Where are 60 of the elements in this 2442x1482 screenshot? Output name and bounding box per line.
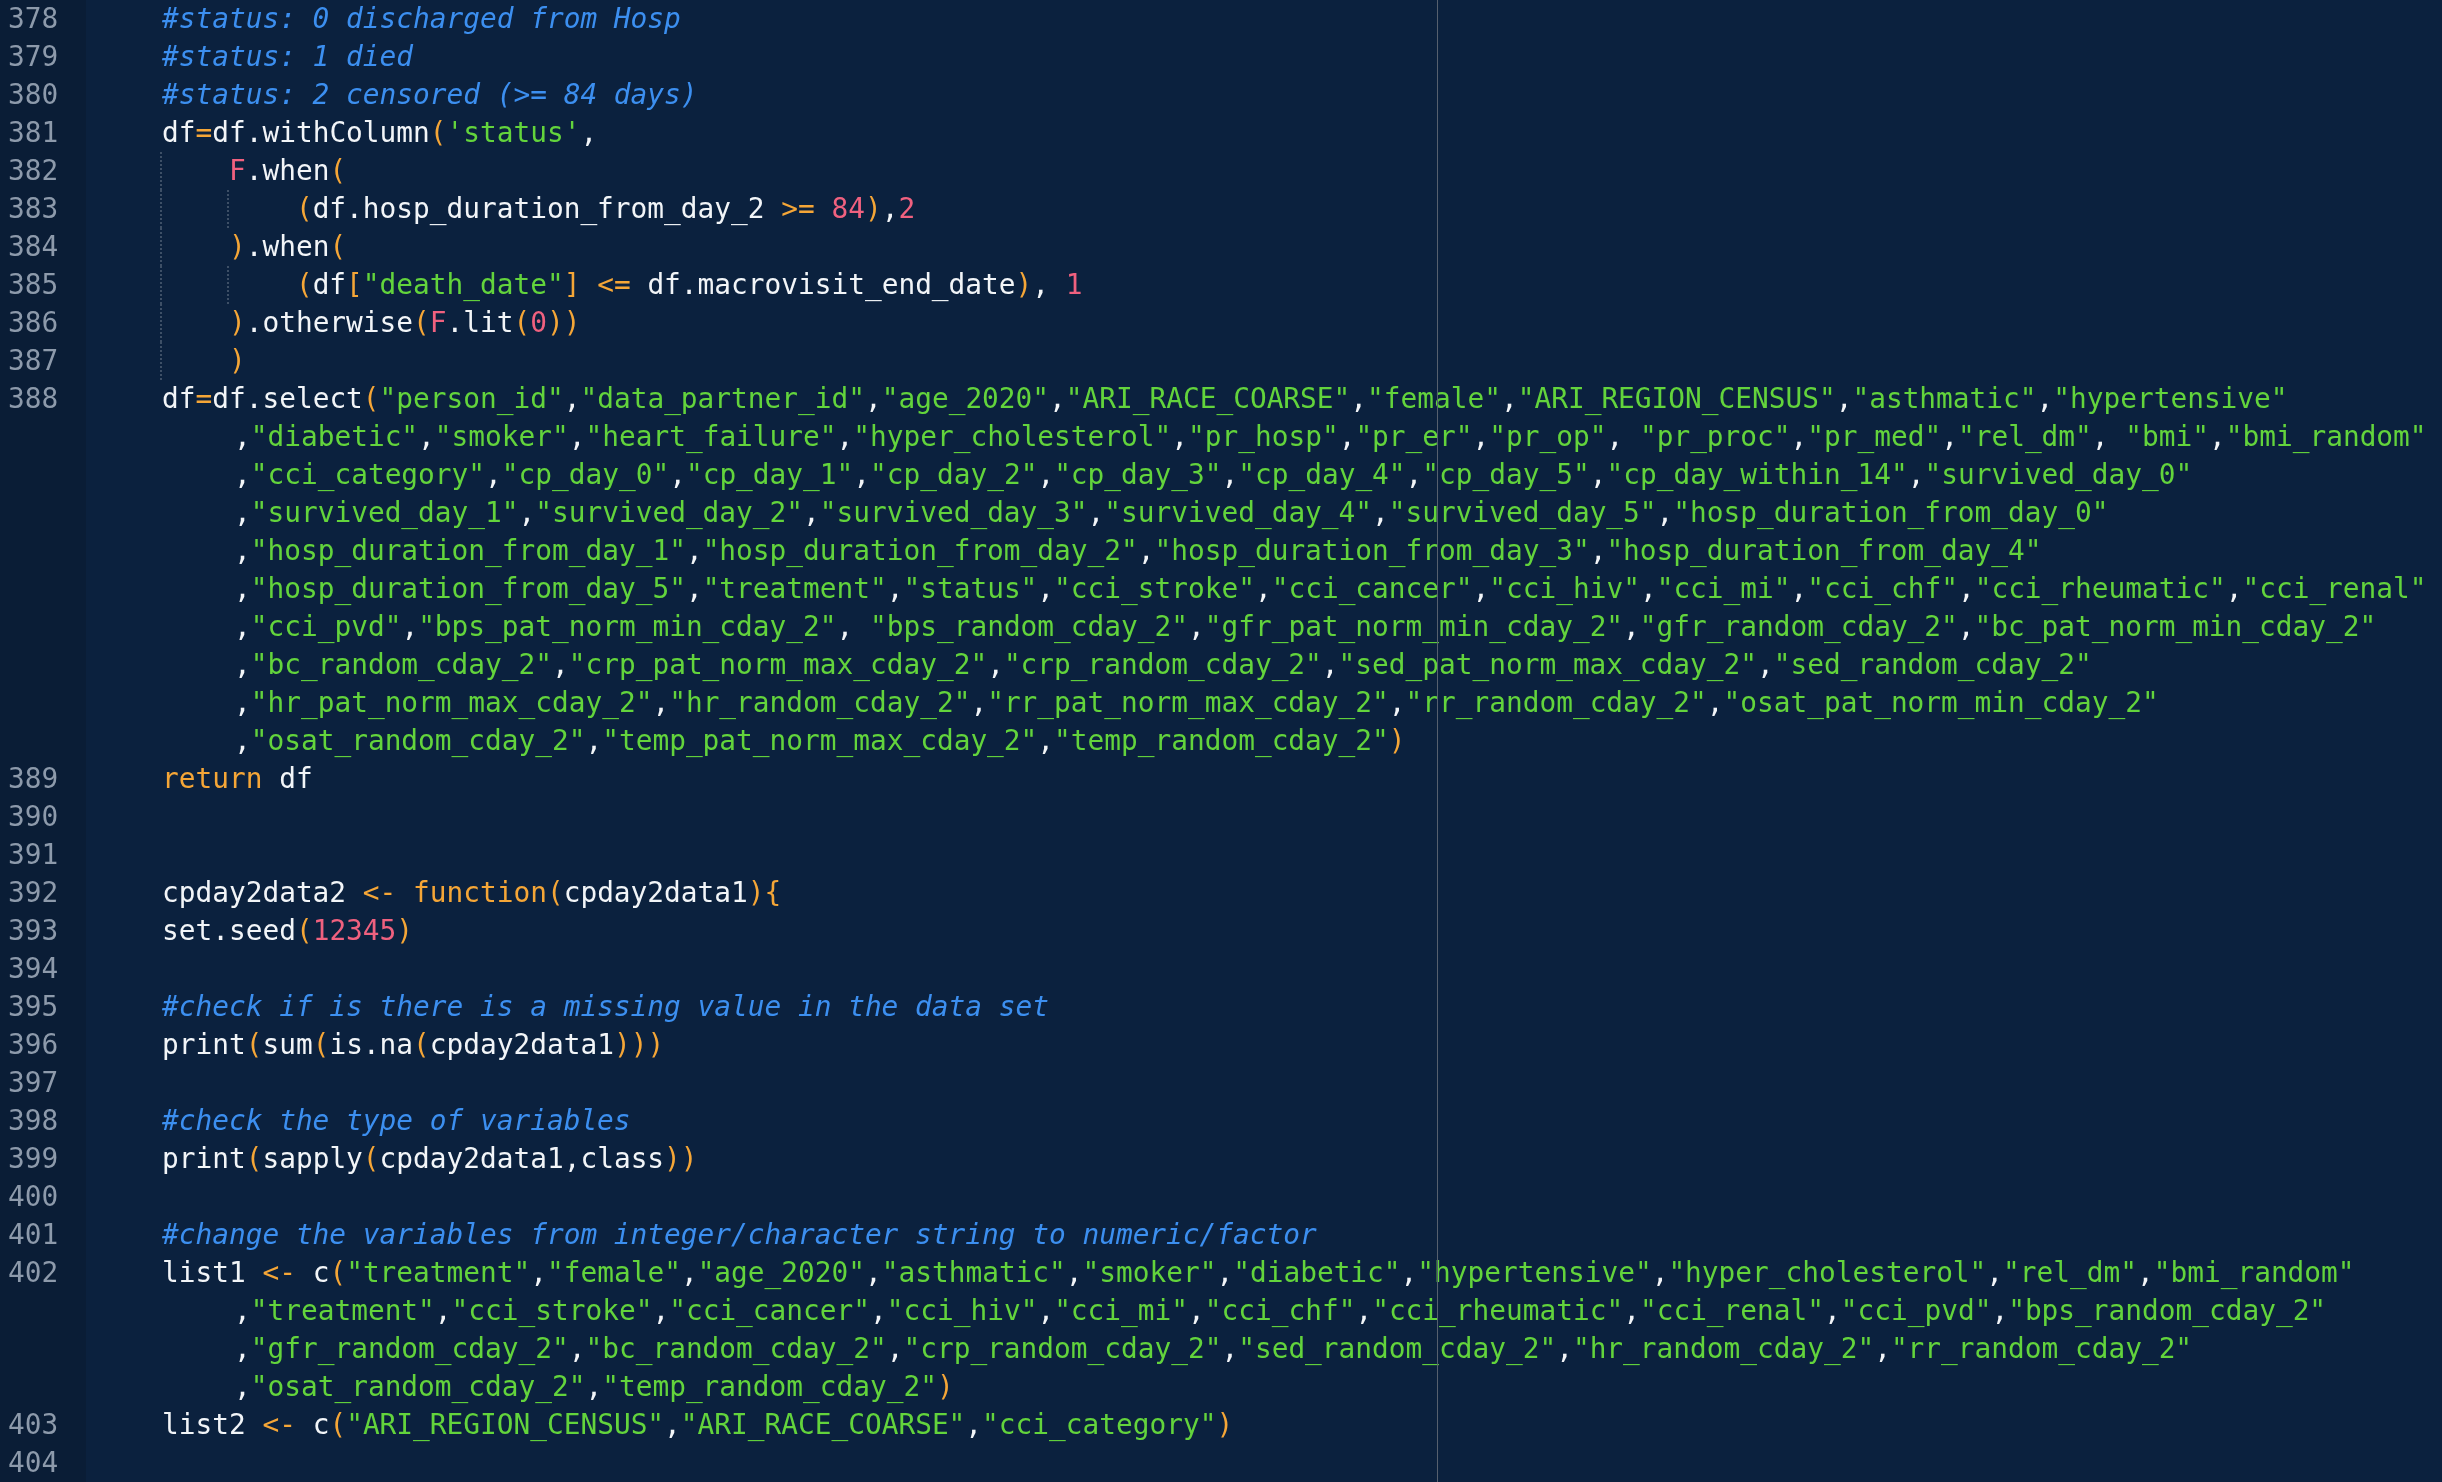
code-line: #change the variables from integer/character string to numeric/factor <box>162 1218 1317 1251</box>
line-number: 390 <box>8 800 59 833</box>
code-line: df=df.select("person_id","data_partner_id","age_2020","ARI_RACE_COARSE","female","ARI_REGION_CENSUS","asthmatic","hypertensive" <box>162 382 2288 415</box>
line-number: 400 <box>8 1180 59 1213</box>
line-number: 397 <box>8 1066 59 1099</box>
code-line: ,"hosp_duration_from_day_1","hosp_duration_from_day_2","hosp_duration_from_day_3","hosp_duration_from_day_4" <box>234 534 2042 567</box>
line-number: 384 <box>8 230 59 263</box>
line-number: 387 <box>8 344 59 377</box>
code-line: ,"osat_random_cday_2","temp_pat_norm_max_cday_2","temp_random_cday_2") <box>234 724 1406 757</box>
code-line: list2 <- c("ARI_REGION_CENSUS","ARI_RACE_COARSE","cci_category") <box>162 1408 1234 1441</box>
code-line: ,"diabetic","smoker","heart_failure","hyper_cholesterol","pr_hosp","pr_er","pr_op", "pr_proc","pr_med","rel_dm", "bmi","bmi_random" <box>234 420 2427 453</box>
code-line: return df <box>162 762 313 795</box>
line-number: 385 <box>8 268 59 301</box>
line-number: 382 <box>8 154 59 187</box>
code-line: ).when( <box>162 230 347 263</box>
line-number: 398 <box>8 1104 59 1137</box>
code-line: df=df.withColumn('status', <box>162 116 598 149</box>
line-number: 381 <box>8 116 59 149</box>
line-number: 404 <box>8 1446 59 1479</box>
line-number: 389 <box>8 762 59 795</box>
code-line: ,"cci_category","cp_day_0","cp_day_1","cp_day_2","cp_day_3","cp_day_4","cp_day_5","cp_day_within_14","survived_day_0" <box>234 458 2193 491</box>
code-line: ,"survived_day_1","survived_day_2","survived_day_3","survived_day_4","survived_day_5","hosp_duration_from_day_0" <box>234 496 2109 529</box>
code-line: (df["death_date"] <= df.macrovisit_end_date), 1 <box>162 268 1083 301</box>
line-number: 378 <box>8 2 59 35</box>
code-line: set.seed(12345) <box>162 914 414 947</box>
code-line: ,"gfr_random_cday_2","bc_random_cday_2","crp_random_cday_2","sed_random_cday_2","hr_random_cday_2","rr_random_cday_2" <box>234 1332 2193 1365</box>
line-number: 403 <box>8 1408 59 1441</box>
code-line: ,"hr_pat_norm_max_cday_2","hr_random_cday_2","rr_pat_norm_max_cday_2","rr_random_cday_2","osat_pat_norm_min_cday_2" <box>234 686 2159 719</box>
line-number: 395 <box>8 990 59 1023</box>
code-line: ,"hosp_duration_from_day_5","treatment","status","cci_stroke","cci_cancer","cci_hiv","cci_mi","cci_chf","cci_rheumatic","cci_renal" <box>234 572 2427 605</box>
code-line: ) <box>162 344 246 377</box>
line-number: 383 <box>8 192 59 225</box>
line-number: 380 <box>8 78 59 111</box>
line-number: 394 <box>8 952 59 985</box>
code-line: ,"bc_random_cday_2","crp_pat_norm_max_cday_2","crp_random_cday_2","sed_pat_norm_max_cday_2","sed_random_cday_2" <box>234 648 2092 681</box>
code-line: (df.hosp_duration_from_day_2 >= 84),2 <box>162 192 916 225</box>
code-line: #check the type of variables <box>162 1104 631 1137</box>
code-line: cpday2data2 <- function(cpday2data1){ <box>162 876 782 909</box>
line-number: 393 <box>8 914 59 947</box>
line-number: 379 <box>8 40 59 73</box>
line-number: 391 <box>8 838 59 871</box>
code-line: list1 <- c("treatment","female","age_2020","asthmatic","smoker","diabetic","hypertensive","hyper_cholesterol","rel_dm","bmi_random" <box>162 1256 2355 1289</box>
line-number: 402 <box>8 1256 59 1289</box>
line-number: 392 <box>8 876 59 909</box>
code-line: #status: 1 died <box>162 40 414 73</box>
code-line: ).otherwise(F.lit(0)) <box>162 306 581 339</box>
code-line: F.when( <box>162 154 347 187</box>
code-line: #check if is there is a missing value in the data set <box>162 990 1049 1023</box>
line-number: 396 <box>8 1028 59 1061</box>
code-line: ,"osat_random_cday_2","temp_random_cday_2") <box>234 1370 954 1403</box>
line-number: 386 <box>8 306 59 339</box>
code-line: print(sapply(cpday2data1,class)) <box>162 1142 698 1175</box>
code-line: ,"treatment","cci_stroke","cci_cancer","cci_hiv","cci_mi","cci_chf","cci_rheumatic","cci_renal","cci_pvd","bps_random_cday_2" <box>234 1294 2327 1327</box>
code-line: #status: 0 discharged from Hosp <box>162 2 681 35</box>
code-line: #status: 2 censored (>= 84 days) <box>162 78 698 111</box>
line-number: 388 <box>8 382 59 415</box>
line-number: 401 <box>8 1218 59 1251</box>
code-line: ,"cci_pvd","bps_pat_norm_min_cday_2", "bps_random_cday_2","gfr_pat_norm_min_cday_2","gfr_random_cday_2","bc_pat_norm_min_cday_2" <box>234 610 2377 643</box>
code-line: print(sum(is.na(cpday2data1))) <box>162 1028 665 1061</box>
line-number: 399 <box>8 1142 59 1175</box>
